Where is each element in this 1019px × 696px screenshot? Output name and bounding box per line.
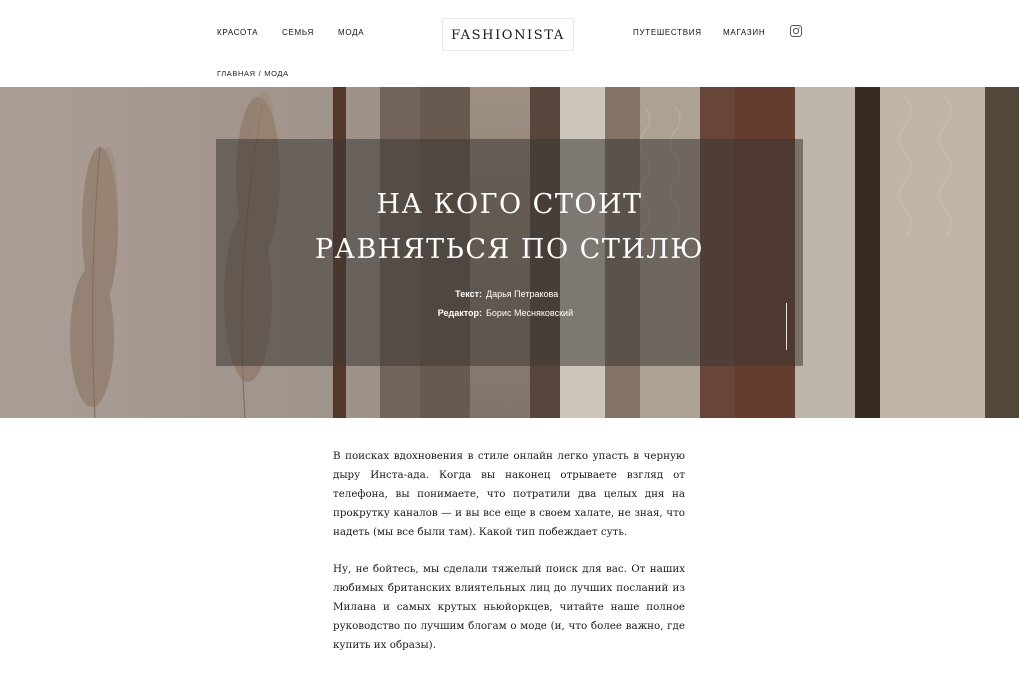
breadcrumb: ГЛАВНАЯ / МОДА — [217, 69, 289, 78]
hero-banner: НА КОГО СТОИТ РАВНЯТЬСЯ ПО СТИЛЮ Текст: … — [0, 87, 1019, 418]
credit-row-editor: Редактор: Борис Месняковский — [216, 308, 803, 327]
breadcrumb-home[interactable]: ГЛАВНАЯ — [217, 69, 256, 78]
credit-value-author[interactable]: Дарья Петракова — [486, 289, 558, 299]
article-body: В поисках вдохновения в стиле онлайн лег… — [333, 447, 685, 673]
article-title-line-1: НА КОГО СТОИТ — [376, 189, 643, 220]
article-title: НА КОГО СТОИТ РАВНЯТЬСЯ ПО СТИЛЮ — [216, 182, 803, 272]
site-logo[interactable]: FASHIONISTA — [442, 18, 574, 51]
nav-link-travel[interactable]: ПУТЕШЕСТВИЯ — [633, 28, 702, 37]
breadcrumb-current: МОДА — [264, 69, 289, 78]
hero-title-panel: НА КОГО СТОИТ РАВНЯТЬСЯ ПО СТИЛЮ Текст: … — [216, 139, 803, 366]
article-title-line-2: РАВНЯТЬСЯ ПО СТИЛЮ — [314, 234, 705, 265]
nav-link-shop[interactable]: МАГАЗИН — [723, 28, 765, 37]
credit-label-editor: Редактор: — [437, 308, 482, 318]
instagram-icon[interactable] — [790, 25, 802, 37]
site-header: КРАСОТА СЕМЬЯ МОДА FASHIONISTA ПУТЕШЕСТВ… — [0, 0, 1019, 87]
article-paragraph: Ну, не бойтесь, мы сделали тяжелый поиск… — [333, 563, 685, 651]
credit-row-author: Текст: Дарья Петракова — [216, 289, 803, 308]
nav-link-family[interactable]: СЕМЬЯ — [282, 28, 314, 37]
breadcrumb-separator: / — [258, 69, 262, 78]
credit-value-editor[interactable]: Борис Месняковский — [486, 308, 573, 318]
credit-label-author: Текст: — [455, 289, 482, 299]
nav-link-fashion[interactable]: МОДА — [338, 28, 364, 37]
article-credits: Текст: Дарья Петракова Редактор: Борис М… — [216, 289, 803, 327]
nav-link-beauty[interactable]: КРАСОТА — [217, 28, 258, 37]
scroll-indicator-line — [786, 303, 787, 350]
article-paragraph: В поисках вдохновения в стиле онлайн лег… — [333, 450, 685, 538]
